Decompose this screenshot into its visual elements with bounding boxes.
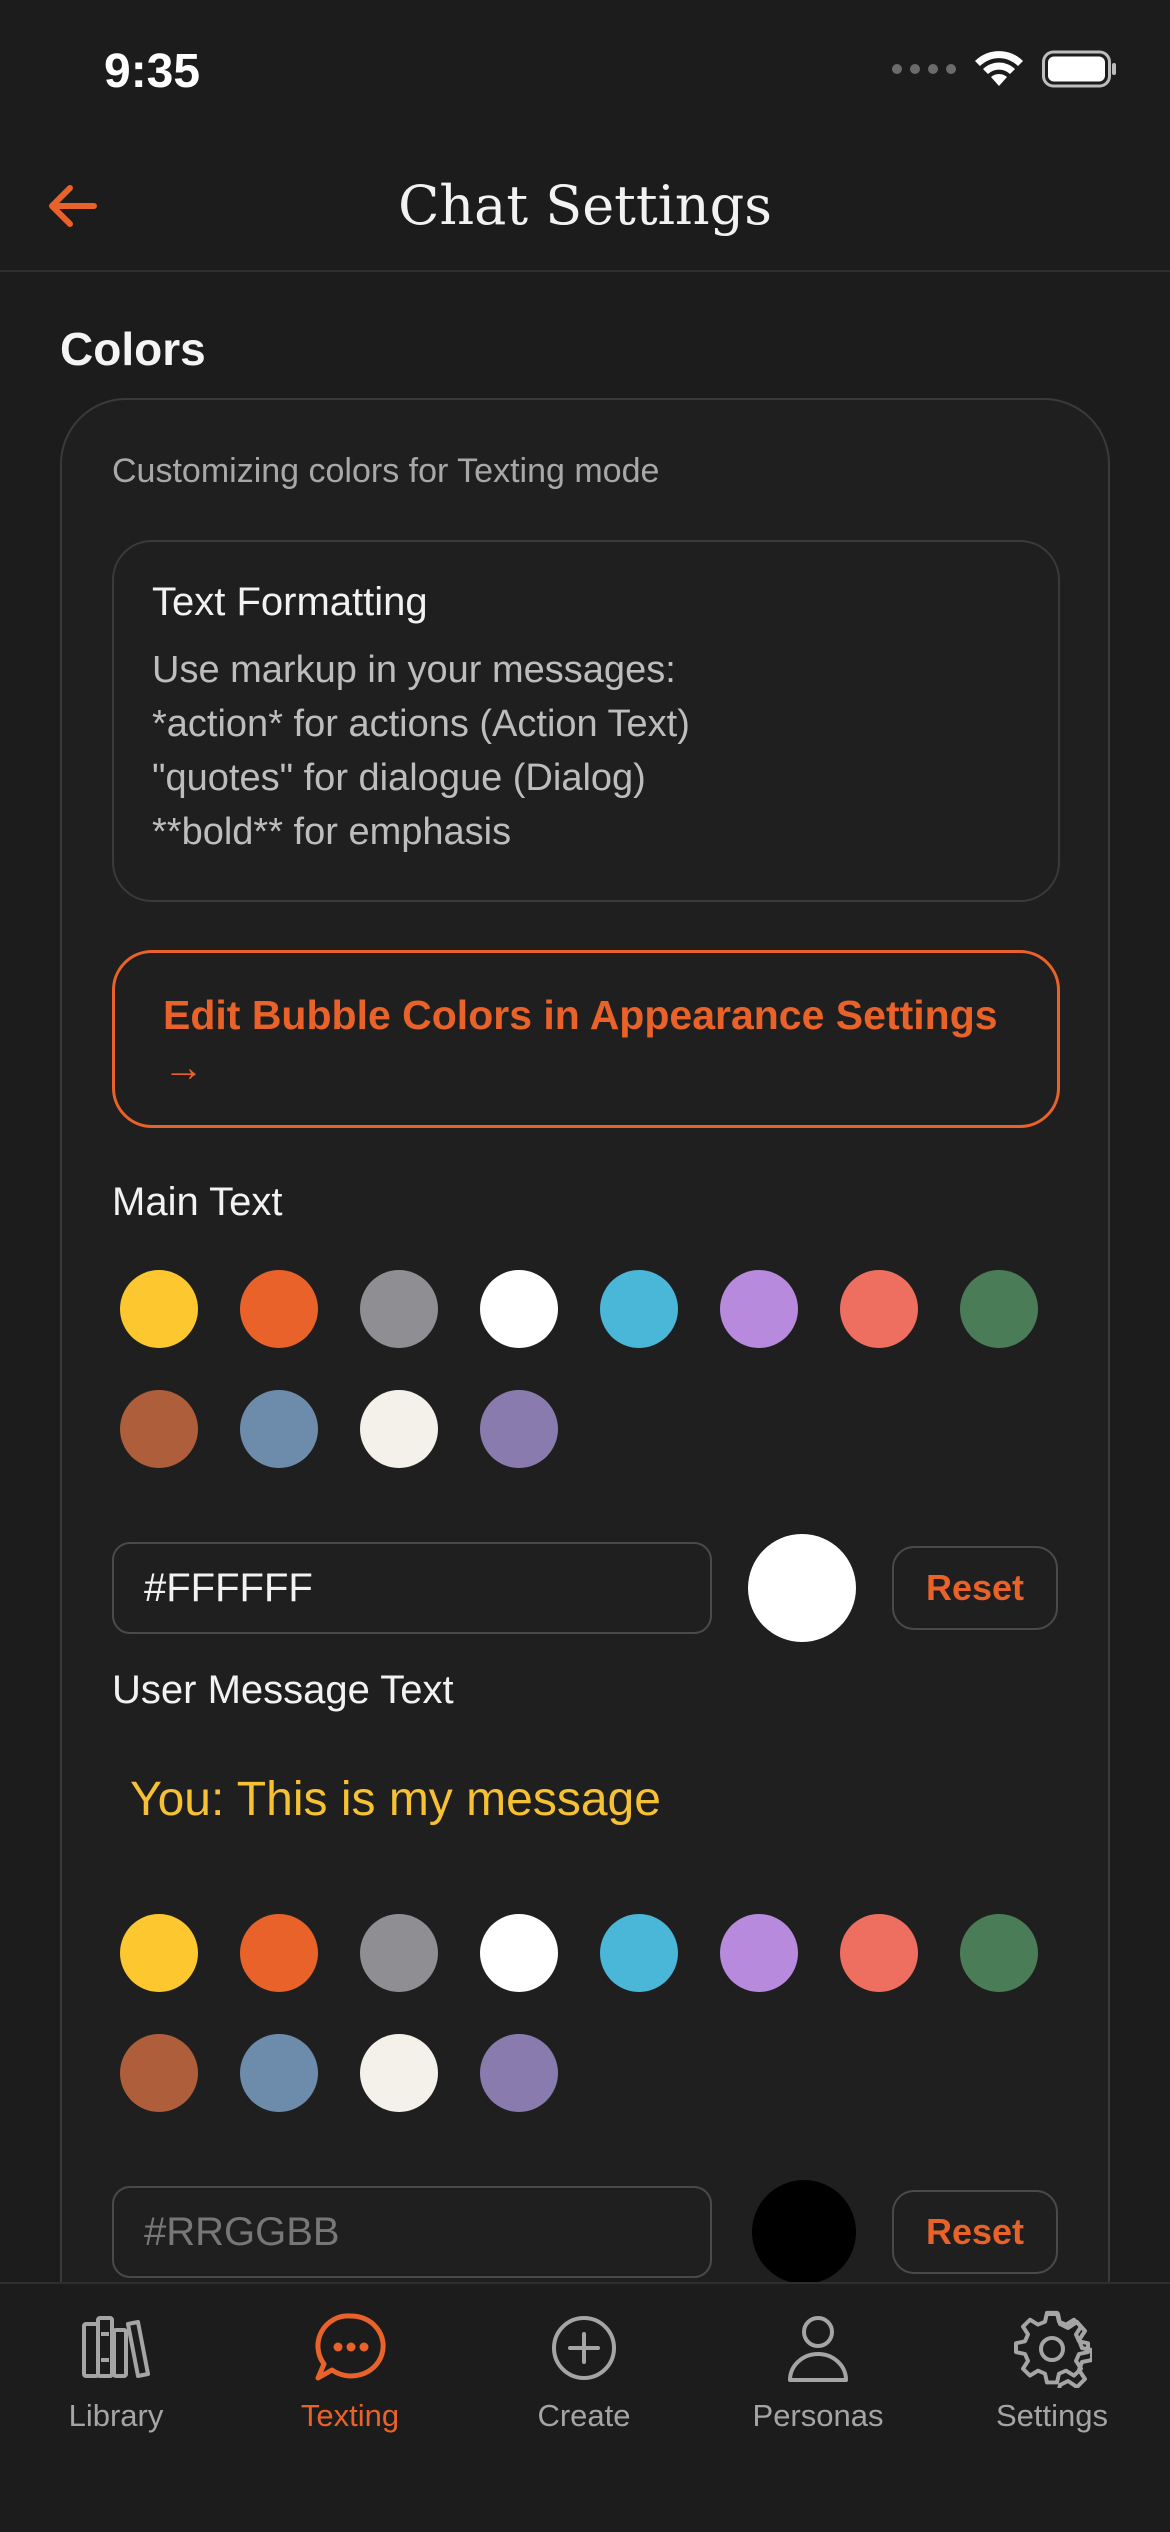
tab-label: Personas (752, 2398, 884, 2433)
tab-create[interactable]: Create (484, 2308, 684, 2434)
gear-icon (1014, 2310, 1092, 2388)
color-swatch[interactable] (840, 1270, 918, 1348)
user-message-preview: You: This is my message (130, 1773, 661, 1826)
status-time: 9:35 (104, 45, 201, 98)
battery-icon (1042, 50, 1116, 88)
formatting-line: **bold** for emphasis (152, 811, 512, 853)
color-swatch[interactable] (120, 2034, 198, 2112)
main-text-color-preview (748, 1534, 856, 1642)
nav-bar: Chat Settings (0, 140, 1170, 272)
cellular-signal-icon (892, 64, 956, 74)
text-formatting-box: Text Formatting Use markup in your messa… (112, 540, 1060, 902)
status-icons (892, 50, 1118, 88)
status-bar: 9:35 (0, 0, 1170, 140)
tab-settings[interactable]: Settings (952, 2308, 1152, 2434)
color-swatch[interactable] (120, 1914, 198, 1992)
color-swatch[interactable] (960, 1914, 1038, 1992)
tab-label: Library (68, 2398, 164, 2433)
wifi-icon (975, 51, 1023, 86)
plus-circle-icon (552, 2316, 616, 2380)
color-swatch[interactable] (240, 1270, 318, 1348)
user-message-hex-input[interactable] (112, 2186, 712, 2278)
tab-bar: Library Texting Create Personas Settings (0, 2282, 1170, 2532)
color-swatch[interactable] (360, 1914, 438, 1992)
tab-label: Settings (995, 2398, 1108, 2433)
color-swatch[interactable] (480, 2034, 558, 2112)
chat-bubble-icon (315, 2313, 386, 2381)
color-swatch[interactable] (600, 1270, 678, 1348)
main-text-reset-button[interactable]: Reset (892, 1546, 1058, 1630)
user-message-reset-button[interactable]: Reset (892, 2190, 1058, 2274)
main-text-label: Main Text (112, 1180, 283, 1224)
text-formatting-title: Text Formatting (152, 580, 428, 624)
user-message-color-preview (752, 2180, 856, 2284)
tab-label: Create (537, 2398, 631, 2433)
settings-content[interactable]: Colors Customizing colors for Texting mo… (0, 274, 1170, 2532)
color-swatch[interactable] (360, 1390, 438, 1468)
section-title-colors: Colors (60, 323, 206, 375)
color-swatch[interactable] (600, 1914, 678, 1992)
formatting-line: *action* for actions (Action Text) (152, 703, 690, 745)
colors-card: Customizing colors for Texting mode Text… (60, 398, 1110, 2532)
library-icon (82, 2316, 150, 2378)
tab-label: Texting (300, 2398, 400, 2433)
color-swatch[interactable] (720, 1270, 798, 1348)
tab-library[interactable]: Library (16, 2308, 216, 2434)
color-swatch[interactable] (240, 1914, 318, 1992)
color-swatch[interactable] (960, 1270, 1038, 1348)
card-subtitle: Customizing colors for Texting mode (112, 452, 660, 490)
formatting-line: Use markup in your messages: (152, 649, 676, 691)
color-swatch[interactable] (720, 1914, 798, 1992)
formatting-line: "quotes" for dialogue (Dialog) (152, 757, 646, 799)
main-text-hex-input[interactable] (112, 1542, 712, 1634)
color-swatch[interactable] (240, 1390, 318, 1468)
color-swatch[interactable] (120, 1390, 198, 1468)
color-swatch[interactable] (120, 1270, 198, 1348)
color-swatch[interactable] (480, 1914, 558, 1992)
tab-personas[interactable]: Personas (718, 2308, 918, 2434)
color-swatch[interactable] (480, 1390, 558, 1468)
user-message-swatches (120, 1914, 1060, 2112)
color-swatch[interactable] (240, 2034, 318, 2112)
color-swatch[interactable] (360, 2034, 438, 2112)
user-message-text-label: User Message Text (112, 1668, 454, 1712)
color-swatch[interactable] (360, 1270, 438, 1348)
tab-texting[interactable]: Texting (250, 2308, 450, 2434)
person-icon (788, 2316, 848, 2382)
edit-bubble-colors-button[interactable]: Edit Bubble Colors in Appearance Setting… (112, 950, 1060, 1128)
color-swatch[interactable] (480, 1270, 558, 1348)
page-title: Chat Settings (398, 174, 772, 237)
main-text-swatches (120, 1270, 1060, 1468)
color-swatch[interactable] (840, 1914, 918, 1992)
